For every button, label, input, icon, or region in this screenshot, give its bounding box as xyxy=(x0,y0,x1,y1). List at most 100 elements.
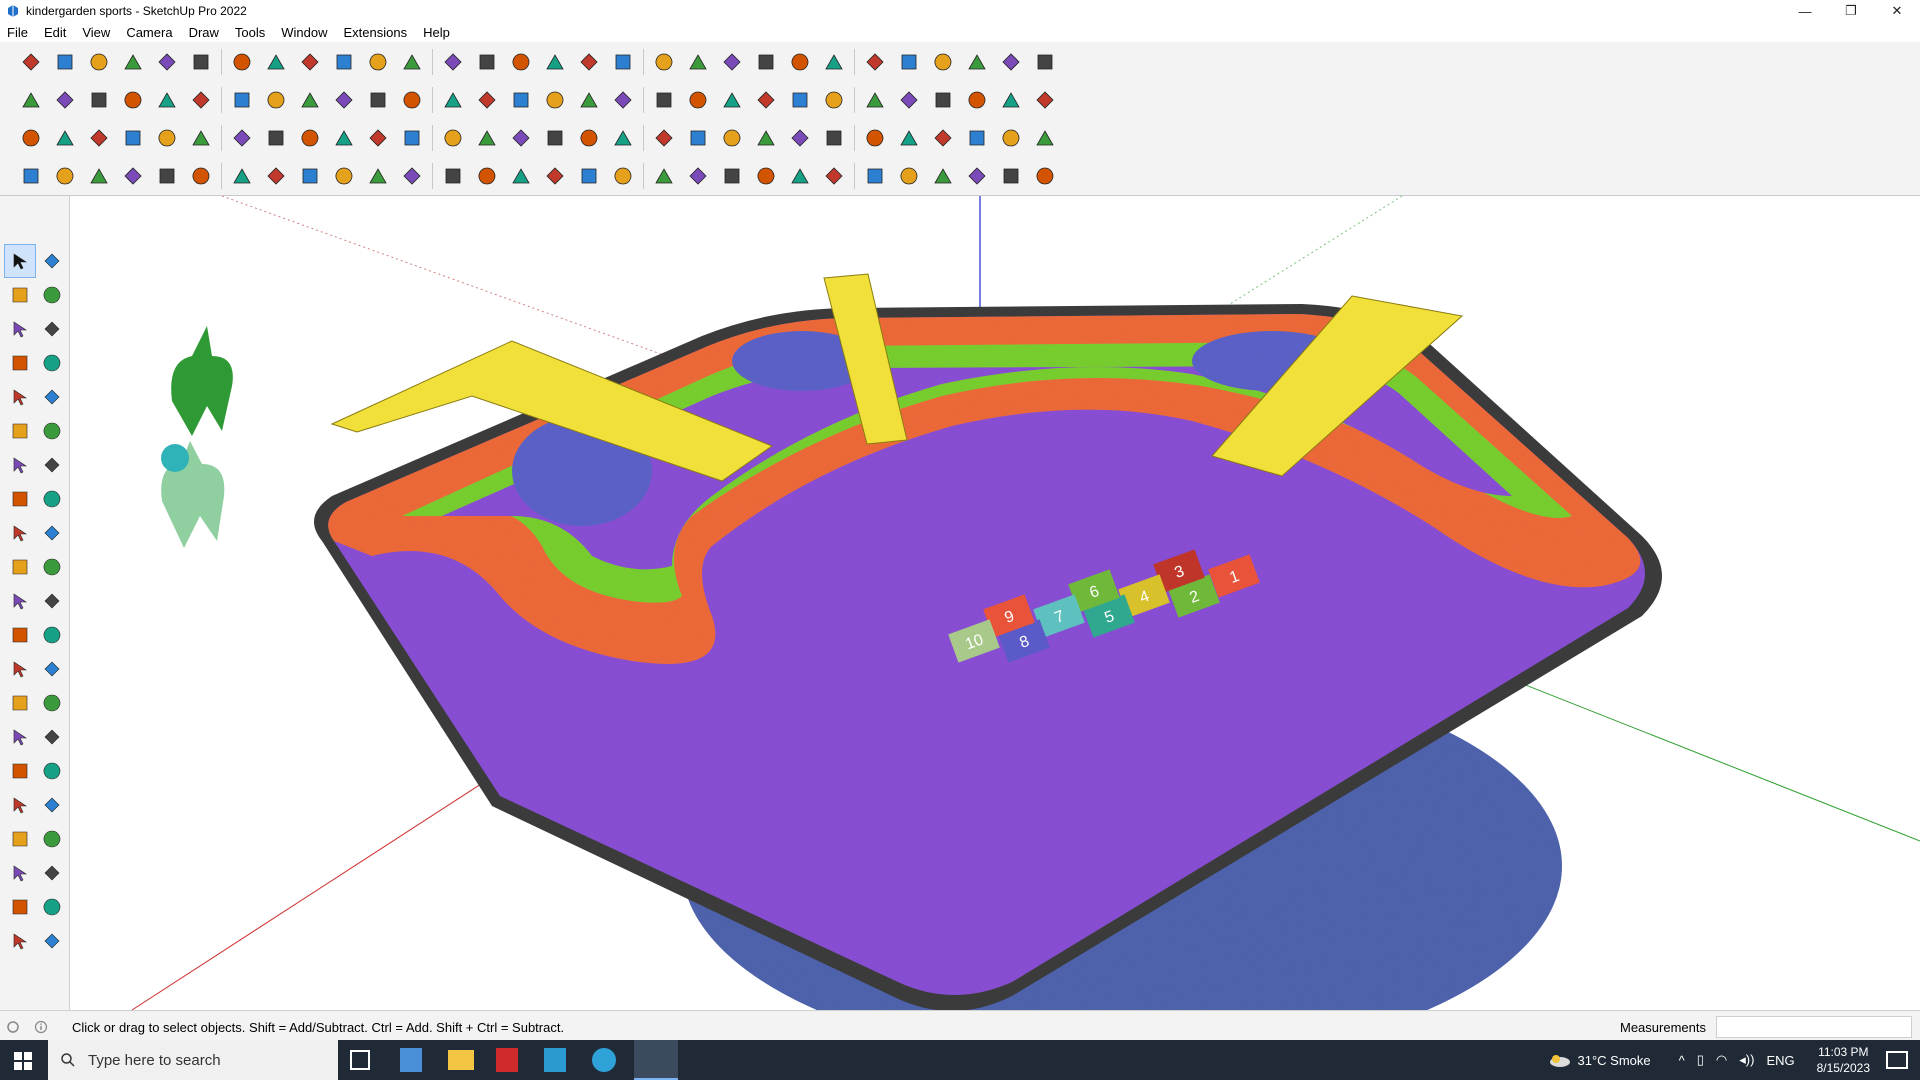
pan-tool-icon[interactable] xyxy=(36,720,68,754)
sketchup-taskbar-icon[interactable] xyxy=(634,1040,678,1080)
select-tool-icon[interactable] xyxy=(4,244,36,278)
stairs-icon[interactable] xyxy=(572,83,606,117)
acrobat-icon[interactable] xyxy=(496,1048,518,1072)
ellipse-icon[interactable] xyxy=(749,83,783,117)
explode-icon[interactable] xyxy=(436,121,470,155)
polygon-tool-icon[interactable] xyxy=(36,414,68,448)
cube-icon[interactable] xyxy=(259,159,293,193)
circle-tool-icon[interactable] xyxy=(4,414,36,448)
helix-icon[interactable] xyxy=(504,159,538,193)
smooth-icon[interactable] xyxy=(994,121,1028,155)
front-view-icon[interactable] xyxy=(82,83,116,117)
rectangle-tool-icon[interactable] xyxy=(4,380,36,414)
scenes-icon[interactable] xyxy=(858,45,892,79)
spring-icon[interactable] xyxy=(470,159,504,193)
bottom-view-icon[interactable] xyxy=(225,83,259,117)
rotated-rect-tool-icon[interactable] xyxy=(36,380,68,414)
back-view-icon[interactable] xyxy=(150,83,184,117)
brush-icon[interactable] xyxy=(647,83,681,117)
spiral-icon[interactable] xyxy=(150,121,184,155)
tape-icon[interactable] xyxy=(361,45,395,79)
measurements-input[interactable] xyxy=(1716,1016,1912,1038)
model-viewport[interactable]: 1 2 3 4 5 6 7 8 9 10 xyxy=(72,196,1920,1010)
line-icon[interactable] xyxy=(116,45,150,79)
walk-tool-icon[interactable] xyxy=(4,856,36,890)
previous-icon[interactable] xyxy=(606,45,640,79)
paint-tool-icon[interactable] xyxy=(4,278,36,312)
fillet-icon[interactable] xyxy=(327,121,361,155)
pie-tool-icon[interactable] xyxy=(36,482,68,516)
styles-icon[interactable] xyxy=(783,45,817,79)
select-icon[interactable] xyxy=(48,45,82,79)
restore-button[interactable]: ❐ xyxy=(1828,0,1874,22)
grid-icon[interactable] xyxy=(395,121,429,155)
notifications-icon[interactable] xyxy=(1886,1051,1908,1069)
sphere-icon[interactable] xyxy=(293,159,327,193)
orbit-icon[interactable] xyxy=(470,45,504,79)
group-icon[interactable] xyxy=(715,45,749,79)
column-icon[interactable] xyxy=(783,159,817,193)
terrain-icon[interactable] xyxy=(1028,83,1062,117)
follow-icon[interactable] xyxy=(926,83,960,117)
tile-icon[interactable] xyxy=(960,159,994,193)
torus-icon[interactable] xyxy=(395,159,429,193)
component-tool-icon[interactable] xyxy=(36,244,68,278)
text3d-icon[interactable] xyxy=(606,83,640,117)
pencil-tool-icon[interactable] xyxy=(36,312,68,346)
door-icon[interactable] xyxy=(470,83,504,117)
line-tool-icon[interactable] xyxy=(4,346,36,380)
extrude-icon[interactable] xyxy=(606,121,640,155)
crease-icon[interactable] xyxy=(1028,121,1062,155)
hose-icon[interactable] xyxy=(225,159,259,193)
hand-icon[interactable] xyxy=(150,159,184,193)
flatten-icon[interactable] xyxy=(892,121,926,155)
intersect-icon[interactable] xyxy=(960,83,994,117)
pushpull-tool-icon[interactable] xyxy=(36,516,68,550)
subdivide-icon[interactable] xyxy=(960,121,994,155)
truss-icon[interactable] xyxy=(858,159,892,193)
offset-tool-icon[interactable] xyxy=(36,584,68,618)
protractor-tool-icon[interactable] xyxy=(4,652,36,686)
dimension-tool-icon[interactable] xyxy=(36,618,68,652)
lattice-icon[interactable] xyxy=(817,159,851,193)
right-view-icon[interactable] xyxy=(116,83,150,117)
tape-tool-icon[interactable] xyxy=(4,312,36,346)
menu-window[interactable]: Window xyxy=(274,25,336,40)
tape-measure-tool-icon[interactable] xyxy=(4,618,36,652)
zoom-extents-tool-icon[interactable] xyxy=(4,788,36,822)
position-camera-tool-icon[interactable] xyxy=(4,822,36,856)
cylinder-icon[interactable] xyxy=(361,159,395,193)
scenes-tool-icon[interactable] xyxy=(36,924,68,958)
polygon-icon[interactable] xyxy=(681,83,715,117)
sweep-icon[interactable] xyxy=(715,121,749,155)
move-tool-icon[interactable] xyxy=(4,516,36,550)
solid-subtract-icon[interactable] xyxy=(48,121,82,155)
tube-icon[interactable] xyxy=(436,159,470,193)
box-icon[interactable] xyxy=(361,83,395,117)
orbit-tool-icon[interactable] xyxy=(4,720,36,754)
wall-icon[interactable] xyxy=(436,83,470,117)
menu-file[interactable]: File xyxy=(0,25,37,40)
pillar-icon[interactable] xyxy=(749,159,783,193)
rail-icon[interactable] xyxy=(681,159,715,193)
axes-tool-icon[interactable] xyxy=(4,686,36,720)
cloth-icon[interactable] xyxy=(1028,159,1062,193)
curve-icon[interactable] xyxy=(817,83,851,117)
layers-tool-icon[interactable] xyxy=(4,924,36,958)
freehand-tool-icon[interactable] xyxy=(36,346,68,380)
plane-icon[interactable] xyxy=(225,121,259,155)
menu-view[interactable]: View xyxy=(75,25,119,40)
zoom-window-tool-icon[interactable] xyxy=(36,754,68,788)
wifi-icon[interactable]: ◠ xyxy=(1716,1052,1727,1068)
pipe-icon[interactable] xyxy=(184,159,218,193)
info-icon[interactable] xyxy=(34,1020,48,1034)
mirror-icon[interactable] xyxy=(538,121,572,155)
taper-icon[interactable] xyxy=(858,121,892,155)
shadows-icon[interactable] xyxy=(817,45,851,79)
circle-icon[interactable] xyxy=(715,83,749,117)
eraser-icon[interactable] xyxy=(82,45,116,79)
menu-tools[interactable]: Tools xyxy=(228,25,274,40)
loft-icon[interactable] xyxy=(647,121,681,155)
axis-y-icon[interactable] xyxy=(293,83,327,117)
layers-icon[interactable] xyxy=(749,45,783,79)
